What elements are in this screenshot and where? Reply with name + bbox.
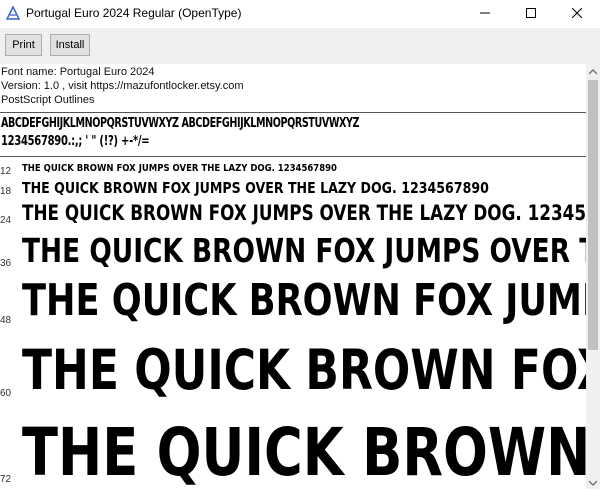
close-button[interactable] [554,0,600,28]
chevron-down-icon [588,473,598,491]
size-label: 18 [0,186,12,197]
title-bar: Portugal Euro 2024 Regular (OpenType) [0,0,600,28]
sample-row: 72 THE QUICK BROWN FOX JUMPS OVER THE LA… [0,414,586,489]
size-label: 36 [0,258,12,269]
sample-row: 24 THE QUICK BROWN FOX JUMPS OVER THE LA… [0,201,586,231]
font-viewer-app-icon [5,5,21,20]
size-label: 72 [0,474,12,485]
charset-digits-symbols: 1234567890.:,; ' " (!?) +-*/= [1,134,150,149]
toolbar: Print Install [0,28,600,64]
minimize-icon [480,5,490,23]
sample-row: 12 THE QUICK BROWN FOX JUMPS OVER THE LA… [0,161,586,179]
font-outline-line: PostScript Outlines [1,94,95,106]
window-title: Portugal Euro 2024 Regular (OpenType) [26,6,242,20]
font-name-line: Font name: Portugal Euro 2024 [1,66,155,78]
vertical-scrollbar[interactable] [586,64,600,489]
size-label: 48 [0,315,12,326]
sample-text: THE QUICK BROWN FOX JUMPS OVER THE LAZY … [22,201,586,225]
divider [0,156,586,157]
sample-text: THE QUICK BROWN FOX JUMPS OVER THE LAZY … [22,163,337,174]
font-version-line: Version: 1.0 , visit https://mazufontloc… [1,80,244,92]
sample-row: 60 THE QUICK BROWN FOX JUMPS OVER THE LA… [0,338,586,404]
sample-text: THE QUICK BROWN FOX JUMPS OVER THE LAZY … [22,414,586,489]
font-preview-pane: Font name: Portugal Euro 2024 Version: 1… [0,64,586,489]
install-button[interactable]: Install [50,34,90,56]
charset-uppercase: ABCDEFGHIJKLMNOPQRSTUVWXYZ ABCDEFGHIJKLM… [1,116,360,131]
size-label: 24 [0,215,12,226]
sample-row: 18 THE QUICK BROWN FOX JUMPS OVER THE LA… [0,179,586,201]
sample-row: 36 THE QUICK BROWN FOX JUMPS OVER THE LA… [0,231,586,275]
size-label: 60 [0,388,12,399]
chevron-up-icon [588,62,598,80]
sample-text: THE QUICK BROWN FOX JUMPS OVER THE LAZY … [22,338,586,402]
scroll-down-arrow[interactable] [586,475,600,489]
size-label: 12 [0,166,12,177]
maximize-icon [526,5,536,23]
sample-text: THE QUICK BROWN FOX JUMPS OVER THE LAZY … [22,231,586,270]
scroll-thumb[interactable] [588,80,598,350]
close-icon [571,5,583,23]
divider [0,112,586,113]
maximize-button[interactable] [508,0,554,28]
scroll-up-arrow[interactable] [586,64,600,78]
sample-text: THE QUICK BROWN FOX JUMPS OVER THE LAZY … [22,179,489,197]
print-button[interactable]: Print [5,34,42,56]
sample-row: 48 THE QUICK BROWN FOX JUMPS OVER THE LA… [0,275,586,333]
minimize-button[interactable] [462,0,508,28]
sample-text: THE QUICK BROWN FOX JUMPS OVER THE LAZY … [22,275,586,326]
